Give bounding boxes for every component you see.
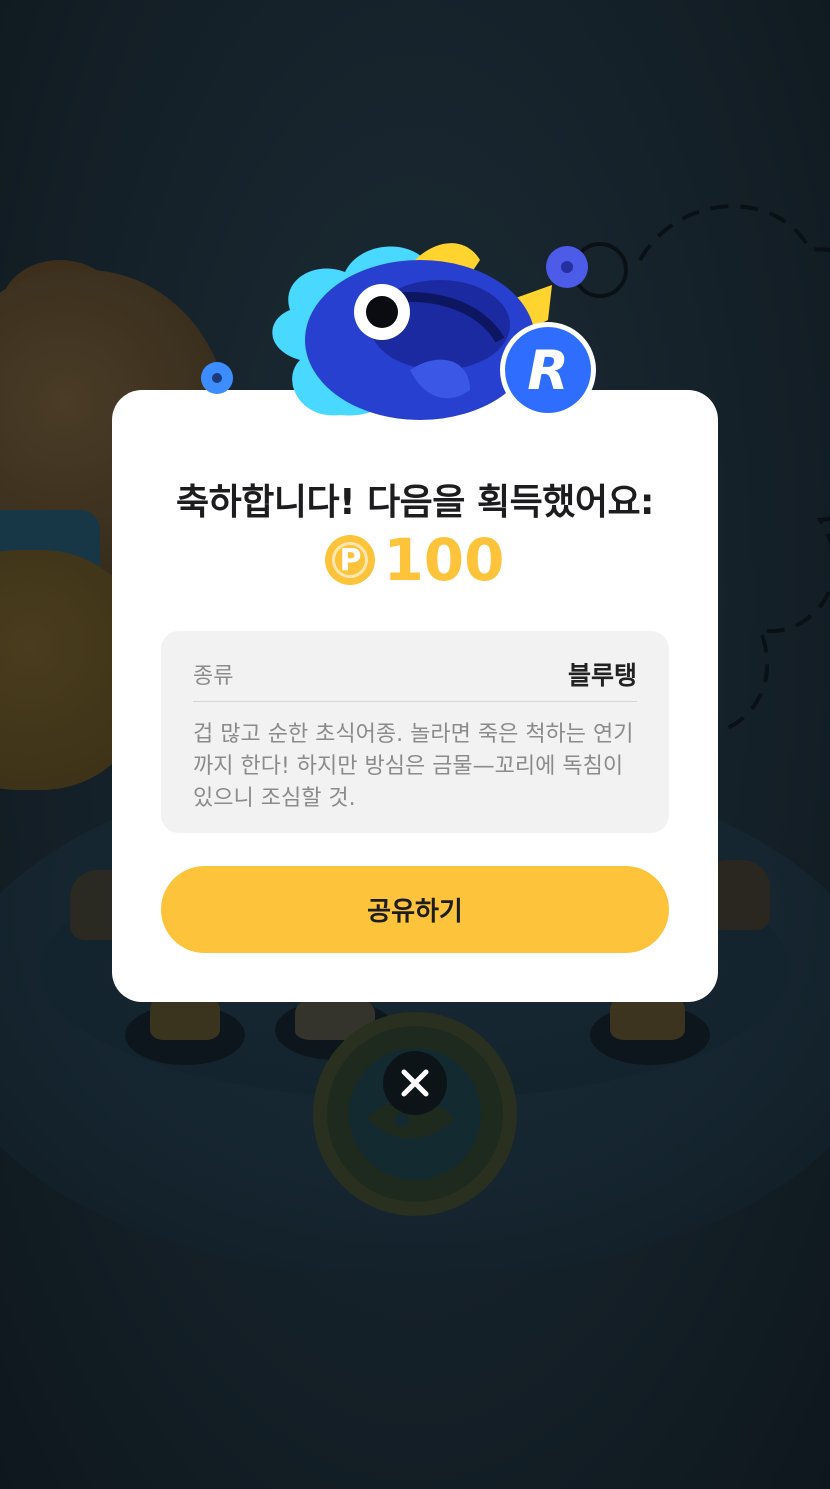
close-button[interactable] [383,1051,447,1115]
fish-info-card: 종류 블루탱 겁 많고 순한 초식어종. 놀라면 죽은 척하는 연기까지 한다!… [161,631,669,833]
fish-type-row: 종류 블루탱 [193,647,637,702]
bubble-decoration [201,362,233,394]
reward-title: 축하합니다! 다음을 획득했어요: [176,482,654,523]
fish-type-label: 종류 [193,664,234,689]
fish-description: 겁 많고 순한 초식어종. 놀라면 죽은 척하는 연기까지 한다! 하지만 방심… [193,722,634,811]
share-button[interactable]: 공유하기 [161,866,669,953]
close-icon [401,1069,429,1097]
r-badge-icon: R [500,322,596,418]
reward-amount: 100 [383,526,505,594]
bubble-decoration [546,246,588,288]
reward-amount-row: P 100 [0,528,830,592]
badge-letter: R [527,338,569,402]
fish-type-value: 블루탱 [567,661,637,690]
p-coin-icon: P [325,535,376,585]
